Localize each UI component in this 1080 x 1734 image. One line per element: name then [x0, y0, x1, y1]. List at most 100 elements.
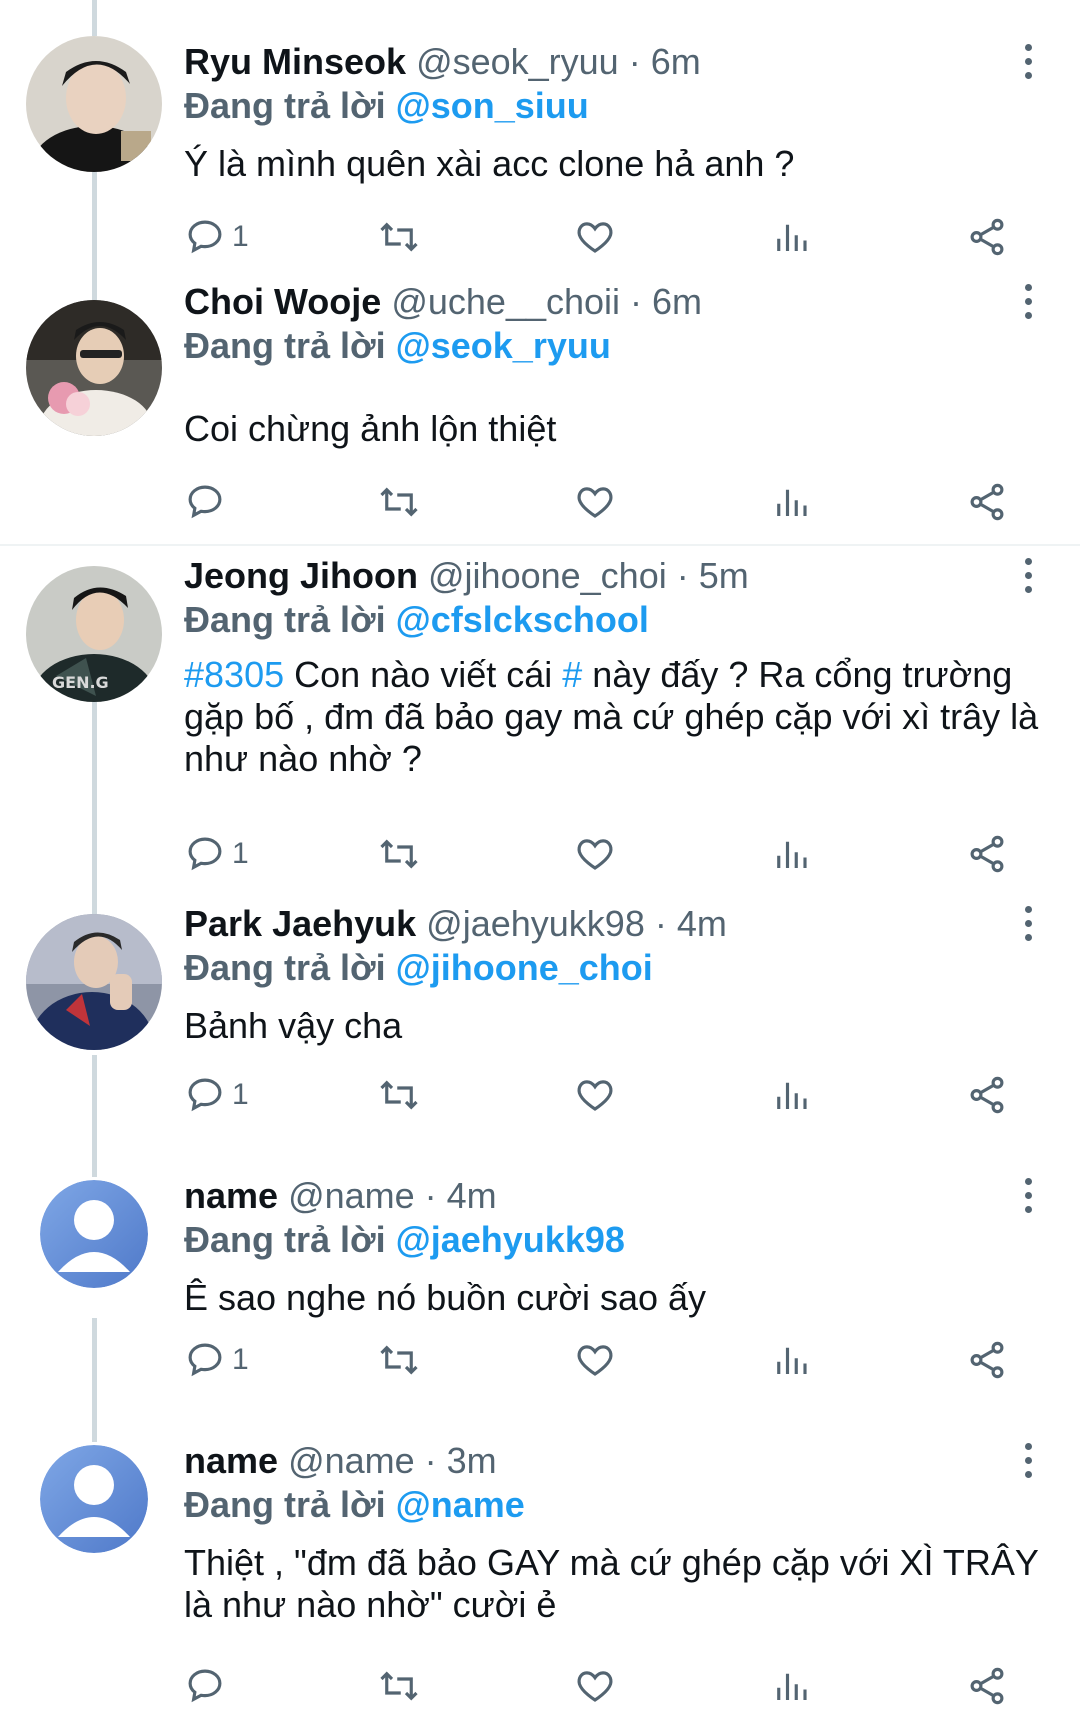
views-button[interactable]: [770, 1335, 812, 1385]
display-name[interactable]: Jeong Jihoon: [184, 555, 418, 596]
retweet-button[interactable]: [378, 1070, 420, 1120]
avatar[interactable]: [26, 36, 162, 172]
bar-chart-icon: [777, 489, 807, 516]
retweet-icon: [380, 1080, 418, 1110]
bar-chart-icon: [777, 224, 807, 251]
share-button[interactable]: [966, 477, 1008, 527]
share-button[interactable]: [966, 1070, 1008, 1120]
avatar[interactable]: GEN.G: [26, 566, 162, 702]
share-button[interactable]: [966, 1335, 1008, 1385]
share-button[interactable]: [966, 829, 1008, 879]
share-icon: [970, 483, 1004, 521]
reply-mention-link[interactable]: @jaehyukk98: [396, 1219, 625, 1260]
like-button[interactable]: [574, 1070, 616, 1120]
reply-mention-link[interactable]: @jihoone_choi: [396, 947, 653, 988]
share-button[interactable]: [966, 1661, 1008, 1711]
retweet-icon: [380, 487, 418, 517]
speech-bubble-icon: [188, 1343, 222, 1377]
retweet-button[interactable]: [378, 1661, 420, 1711]
more-options-button[interactable]: [1016, 901, 1040, 945]
display-name[interactable]: name: [184, 1175, 278, 1216]
replying-to: Đang trả lời @seok_ryuu: [184, 324, 611, 368]
share-icon: [970, 1076, 1004, 1114]
tweet[interactable]: Ryu Minseok @seok_ryuu · 6m Đang trả lời…: [0, 0, 1080, 270]
views-button[interactable]: [770, 829, 812, 879]
tweet-text: Bảnh vậy cha: [184, 1005, 403, 1046]
views-button[interactable]: [770, 477, 812, 527]
retweet-button[interactable]: [378, 829, 420, 879]
replying-prefix: Đang trả lời: [184, 85, 386, 126]
reply-button[interactable]: [184, 1661, 232, 1711]
views-button[interactable]: [770, 212, 812, 262]
display-name[interactable]: Choi Wooje: [184, 281, 381, 322]
tweet-header: name @name · 3m: [184, 1439, 990, 1483]
retweet-icon: [380, 222, 418, 252]
more-options-button[interactable]: [1016, 279, 1040, 323]
share-button[interactable]: [966, 212, 1008, 262]
avatar[interactable]: [26, 914, 162, 1050]
tweet[interactable]: name @name · 3m Đang trả lời @name Thiệt…: [0, 1440, 1080, 1734]
action-bar: [184, 477, 1024, 527]
default-avatar[interactable]: [40, 1445, 148, 1553]
action-bar: 1: [184, 1070, 1024, 1120]
heart-icon: [577, 1671, 613, 1702]
reply-button[interactable]: 1: [184, 212, 249, 262]
tweet-header: Park Jaehyuk @jaehyukk98 · 4m: [184, 902, 990, 946]
like-button[interactable]: [574, 212, 616, 262]
bar-chart-icon: [777, 1347, 807, 1374]
more-options-button[interactable]: [1016, 1173, 1040, 1217]
default-avatar[interactable]: [40, 1180, 148, 1288]
retweet-button[interactable]: [378, 1335, 420, 1385]
display-name[interactable]: Park Jaehyuk: [184, 903, 416, 944]
retweet-button[interactable]: [378, 212, 420, 262]
tweet[interactable]: name @name · 4m Đang trả lời @jaehyukk98…: [0, 1175, 1080, 1445]
handle-and-time: @seok_ryuu · 6m: [416, 41, 701, 82]
display-name[interactable]: Ryu Minseok: [184, 41, 406, 82]
tweet-text-part: Con nào viết cái: [284, 654, 563, 695]
heart-icon: [577, 222, 613, 253]
share-icon: [970, 1341, 1004, 1379]
hashtag-link[interactable]: #: [562, 654, 582, 695]
retweet-button[interactable]: [378, 477, 420, 527]
tweet-text: #8305 Con nào viết cái # này đấy ? Ra cổ…: [184, 654, 1040, 780]
tweet-header: Ryu Minseok @seok_ryuu · 6m: [184, 40, 990, 84]
more-options-button[interactable]: [1016, 1438, 1040, 1482]
reply-mention-link[interactable]: @name: [396, 1484, 525, 1525]
retweet-icon: [380, 1345, 418, 1375]
reply-mention-link[interactable]: @cfslckschool: [396, 599, 649, 640]
avatar[interactable]: [26, 300, 162, 436]
like-button[interactable]: [574, 477, 616, 527]
handle-and-time: @jihoone_choi · 5m: [428, 555, 749, 596]
speech-bubble-icon: [188, 1078, 222, 1112]
display-name[interactable]: name: [184, 1440, 278, 1481]
reply-button[interactable]: 1: [184, 1335, 249, 1385]
views-button[interactable]: [770, 1661, 812, 1711]
tweet[interactable]: GEN.G Jeong Jihoon @jihoone_choi · 5m Đa…: [0, 546, 1080, 910]
reply-button[interactable]: 1: [184, 1070, 249, 1120]
tweet[interactable]: Choi Wooje @uche__choii · 6m Đang trả lờ…: [0, 270, 1080, 540]
views-button[interactable]: [770, 1070, 812, 1120]
tweet-text: Ê sao nghe nó buồn cười sao ấy: [184, 1277, 707, 1318]
bar-chart-icon: [777, 1082, 807, 1109]
reply-mention-link[interactable]: @son_siuu: [396, 85, 589, 126]
tweet-text: Thiệt , "đm đã bảo GAY mà cứ ghép cặp vớ…: [184, 1542, 1039, 1625]
more-options-button[interactable]: [1016, 553, 1040, 597]
reply-button[interactable]: 1: [184, 829, 249, 879]
replying-to: Đang trả lời @jaehyukk98: [184, 1218, 625, 1262]
replying-prefix: Đang trả lời: [184, 599, 386, 640]
more-options-button[interactable]: [1016, 39, 1040, 83]
hashtag-link[interactable]: #8305: [184, 654, 284, 695]
like-button[interactable]: [574, 1661, 616, 1711]
reply-count: 1: [232, 220, 249, 253]
retweet-icon: [380, 839, 418, 869]
tweet[interactable]: Park Jaehyuk @jaehyukk98 · 4m Đang trả l…: [0, 903, 1080, 1180]
like-button[interactable]: [574, 1335, 616, 1385]
reply-button[interactable]: [184, 477, 232, 527]
like-button[interactable]: [574, 829, 616, 879]
heart-icon: [577, 1345, 613, 1376]
bar-chart-icon: [777, 1673, 807, 1700]
replying-prefix: Đang trả lời: [184, 947, 386, 988]
reply-count: 1: [232, 1078, 249, 1111]
reply-mention-link[interactable]: @seok_ryuu: [396, 325, 611, 366]
retweet-icon: [380, 1671, 418, 1701]
